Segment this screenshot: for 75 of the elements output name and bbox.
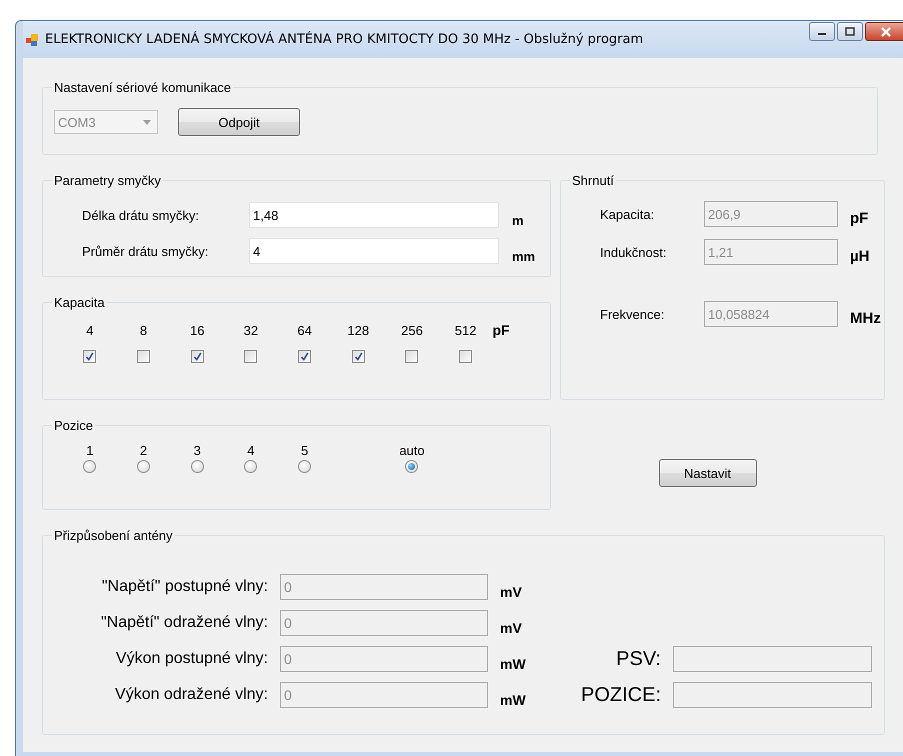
dropdown-arrow-icon — [143, 120, 151, 124]
input-field: 0 — [280, 682, 488, 708]
field-label: Průměr drátu smyčky: — [82, 244, 210, 258]
app-icon — [25, 32, 39, 46]
radio-label: 5 — [300, 443, 308, 458]
input-field: 0 — [280, 574, 488, 600]
group-title: Parametry smyčky — [53, 173, 162, 188]
field-label: Délka drátu smyčky: — [82, 208, 200, 222]
input-field: 10,058824 — [704, 301, 838, 327]
unit-label: mW — [500, 692, 527, 708]
field-label: Výkon odražené vlny: — [115, 686, 268, 704]
checkbox[interactable] — [459, 350, 472, 363]
input-field: 0 — [280, 610, 488, 636]
unit-label: mW — [500, 656, 527, 672]
capacitor-value: 64 — [297, 322, 312, 338]
radio-button[interactable] — [298, 460, 312, 473]
unit-label: MHz — [850, 310, 882, 327]
unit-label: mV — [500, 620, 523, 636]
unit-label: m — [512, 213, 525, 228]
radio-label: 3 — [194, 443, 201, 458]
radio-button[interactable] — [83, 460, 96, 473]
radio-button[interactable] — [405, 460, 418, 473]
checkbox[interactable] — [405, 350, 418, 363]
field-label: Frekvence: — [600, 306, 666, 322]
input-field[interactable]: 1,48 — [249, 202, 499, 228]
window-title: ELEKTRONICKY LADENÁ SMYCKOVÁ ANTÉNA PRO KMITOCTY DO 30 MHz - Obslužný program — [45, 32, 644, 47]
capacitor-value: 512 — [454, 322, 476, 338]
minimize-button[interactable] — [809, 22, 835, 41]
disconnect-button[interactable]: Odpojit — [178, 108, 300, 136]
checkbox[interactable] — [298, 350, 312, 363]
capacitor-value: 16 — [190, 322, 204, 338]
input-field: 206,9 — [704, 201, 838, 227]
input-field: 1,21 — [704, 239, 838, 265]
capacitor-value: 128 — [347, 322, 370, 338]
checkbox[interactable] — [190, 350, 204, 363]
radio-button[interactable] — [190, 460, 204, 473]
capacitor-value: 32 — [244, 322, 258, 338]
field-label: "Napětí" odražené vlny: — [100, 614, 268, 632]
group-title: Shrnutí — [571, 173, 615, 188]
input-field: 0 — [280, 646, 488, 672]
set-button[interactable]: Nastavit — [658, 459, 756, 487]
radio-label: 2 — [140, 443, 148, 458]
group-title: Nastavení sériové komunikace — [53, 80, 232, 95]
readout-label: POZICE: — [580, 684, 661, 706]
unit-label: µH — [850, 248, 870, 265]
group-title: Pozice — [53, 418, 94, 433]
field-label: Kapacita: — [600, 206, 656, 222]
maximize-icon — [845, 27, 855, 36]
checkbox[interactable] — [83, 350, 96, 363]
unit-label: mm — [512, 249, 536, 264]
capacitor-value: 8 — [140, 322, 148, 338]
close-button[interactable] — [865, 22, 903, 41]
unit-label: pF — [850, 210, 870, 227]
radio-button[interactable] — [137, 460, 150, 473]
field-label: "Napětí" postupné vlny: — [102, 578, 268, 596]
radio-button[interactable] — [244, 460, 258, 473]
checkbox[interactable] — [352, 350, 365, 363]
unit-label: mV — [500, 584, 523, 600]
radio-label: 4 — [247, 443, 255, 458]
port-dropdown: COM3 — [54, 110, 158, 134]
field-label: Indukčnost: — [600, 244, 668, 260]
unit-label: pF — [492, 322, 511, 338]
field-label: Výkon postupné vlny: — [116, 650, 268, 668]
input-field[interactable]: 4 — [249, 238, 499, 264]
checkbox[interactable] — [244, 350, 258, 363]
close-icon — [880, 26, 892, 36]
capacitor-value: 4 — [86, 322, 94, 338]
capacitor-value: 256 — [401, 322, 423, 338]
group-title: Přizpůsobení antény — [53, 528, 174, 543]
radio-label: 1 — [86, 443, 94, 458]
checkbox[interactable] — [137, 350, 150, 363]
maximize-button[interactable] — [837, 22, 863, 41]
radio-label: auto — [399, 443, 425, 458]
readout-label: PSV: — [616, 648, 661, 670]
group-title: Kapacita — [53, 295, 106, 310]
